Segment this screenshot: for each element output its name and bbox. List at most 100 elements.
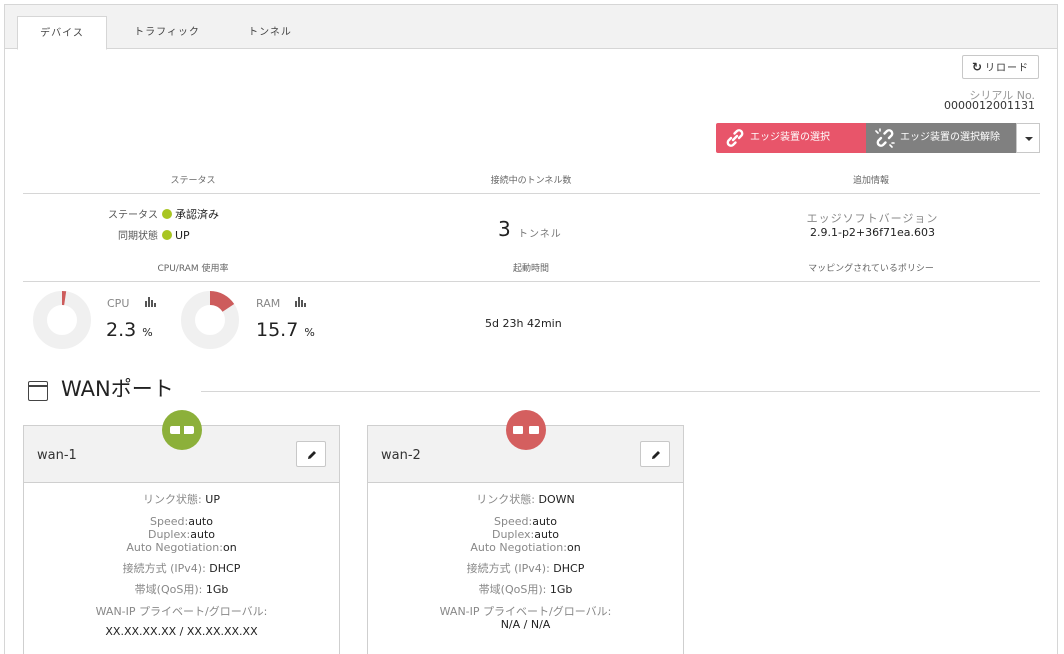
sync-key: 同期状態: [118, 231, 158, 242]
tunnels-heading: 接続中のトンネル数: [490, 176, 572, 186]
wan-ip-value: N/A / N/A: [500, 618, 551, 631]
cpu-label: CPU: [107, 297, 130, 310]
speed-key: Speed:: [494, 515, 533, 528]
wan-ip-value: XX.XX.XX.XX / XX.XX.XX.XX: [105, 625, 258, 638]
conn-type-value: DHCP: [209, 562, 241, 575]
link-state-value: UP: [205, 493, 220, 506]
ram-label: RAM: [256, 297, 281, 310]
ram-unit: %: [304, 326, 315, 339]
link-state-key: リンク状態:: [476, 493, 535, 506]
wan-port-name: wan-2: [381, 448, 421, 463]
tab-traffic[interactable]: トラフィック: [117, 16, 217, 50]
refresh-icon: ↻: [971, 60, 984, 74]
tab-bar: デバイス トラフィック トンネル: [5, 5, 1057, 50]
wan-ip-key: WAN-IP プライベート/グローバル:: [95, 605, 268, 618]
duplex-key: Duplex:: [147, 528, 191, 541]
autoneg-key: Auto Negotiation:: [126, 541, 223, 554]
window-icon: [28, 381, 48, 401]
reload-button[interactable]: ↻ リロード: [962, 55, 1039, 79]
bandwidth-value: 1Gb: [549, 583, 573, 596]
edge-version-label: エッジソフトバージョン: [806, 212, 939, 225]
cpu-number: 2.3: [106, 319, 137, 341]
deselect-edge-button[interactable]: エッジ装置の選択解除: [866, 123, 1016, 153]
tunnel-count: 3: [498, 217, 511, 241]
tab-tunnel[interactable]: トンネル: [227, 16, 313, 50]
bandwidth-row: 帯域(QoS用): 1Gb: [368, 583, 683, 596]
status-row: ステータス 承認済み: [108, 206, 219, 222]
speed-value: auto: [532, 515, 557, 528]
speed-value: auto: [188, 515, 213, 528]
uptime-heading: 起動時間: [512, 264, 549, 274]
duplex-key: Duplex:: [491, 528, 535, 541]
bandwidth-row: 帯域(QoS用): 1Gb: [24, 583, 339, 596]
sync-dot-icon: [162, 230, 172, 240]
serial-value: 0000012001131: [944, 99, 1035, 112]
unlink-icon: [875, 128, 895, 148]
reload-label: リロード: [985, 63, 1030, 74]
duplex-value: auto: [190, 528, 216, 541]
link-state-row: リンク状態: DOWN: [368, 493, 683, 506]
divider: [201, 391, 1040, 392]
autoneg-row: Auto Negotiation:on: [368, 541, 683, 554]
link-state-row: リンク状態: UP: [24, 493, 339, 506]
cpu-value: 2.3 %: [106, 319, 153, 341]
autoneg-key: Auto Negotiation:: [470, 541, 567, 554]
uptime-value: 5d 23h 42min: [485, 317, 562, 330]
extra-info-heading: 追加情報: [852, 176, 889, 186]
edit-button[interactable]: [640, 441, 670, 467]
cpu-donut: [33, 291, 91, 349]
link-state-key: リンク状態:: [143, 493, 202, 506]
duplex-row: Duplex:auto: [24, 528, 339, 541]
tunnel-unit: トンネル: [518, 229, 562, 240]
edge-options-dropdown[interactable]: [1016, 123, 1040, 153]
link-icon: [726, 129, 744, 147]
conn-type-row: 接続方式 (IPv4): DHCP: [24, 562, 339, 575]
wan-ip-key-row: WAN-IP プライベート/グローバル:: [368, 605, 683, 618]
autoneg-row: Auto Negotiation:on: [24, 541, 339, 554]
bandwidth-key: 帯域(QoS用):: [478, 583, 547, 596]
ram-value: 15.7 %: [256, 319, 315, 341]
divider: [23, 193, 1040, 194]
sync-value: UP: [175, 229, 190, 242]
conn-type-key: 接続方式 (IPv4):: [122, 562, 206, 575]
pencil-icon: [308, 451, 316, 459]
wan-port-name: wan-1: [37, 448, 77, 463]
device-panel: デバイス トラフィック トンネル ↻ リロード シリアル No. 00000120…: [4, 4, 1058, 654]
speed-row: Speed:auto: [368, 515, 683, 528]
bar-chart-icon[interactable]: [295, 297, 306, 307]
edge-version-value: 2.9.1-p2+36f71ea.603: [809, 226, 936, 239]
cpu-unit: %: [142, 326, 153, 339]
bandwidth-value: 1Gb: [205, 583, 229, 596]
autoneg-value: on: [566, 541, 581, 554]
conn-type-value: DHCP: [553, 562, 585, 575]
conn-type-row: 接続方式 (IPv4): DHCP: [368, 562, 683, 575]
policy-heading: マッピングされているポリシー: [808, 264, 934, 274]
cpu-ram-heading: CPU/RAM 使用率: [157, 264, 229, 274]
bandwidth-key: 帯域(QoS用):: [134, 583, 203, 596]
bar-chart-icon[interactable]: [145, 297, 156, 307]
deselect-edge-label: エッジ装置の選択解除: [900, 132, 1000, 143]
wan-section-title: WANポート: [61, 377, 174, 401]
speed-row: Speed:auto: [24, 515, 339, 528]
ram-donut: [181, 291, 239, 349]
status-dot-icon: [162, 209, 172, 219]
duplex-row: Duplex:auto: [368, 528, 683, 541]
sync-row: 同期状態 UP: [118, 227, 190, 242]
edit-button[interactable]: [296, 441, 326, 467]
wan-ip-key: WAN-IP プライベート/グローバル:: [439, 605, 612, 618]
status-key: ステータス: [108, 210, 158, 221]
ram-number: 15.7: [256, 319, 299, 341]
select-edge-label: エッジ装置の選択: [750, 132, 830, 143]
pencil-icon: [652, 451, 660, 459]
duplex-value: auto: [534, 528, 560, 541]
conn-type-key: 接続方式 (IPv4):: [466, 562, 550, 575]
wan-ip-key-row: WAN-IP プライベート/グローバル:: [24, 605, 339, 618]
plug-disconnected-icon: [506, 410, 546, 450]
divider: [23, 281, 1040, 282]
speed-key: Speed:: [150, 515, 189, 528]
status-value: 承認済み: [175, 208, 219, 221]
select-edge-button[interactable]: エッジ装置の選択: [716, 123, 866, 153]
tab-device[interactable]: デバイス: [17, 16, 107, 50]
plug-connected-icon: [162, 410, 202, 450]
status-heading: ステータス: [170, 176, 216, 186]
